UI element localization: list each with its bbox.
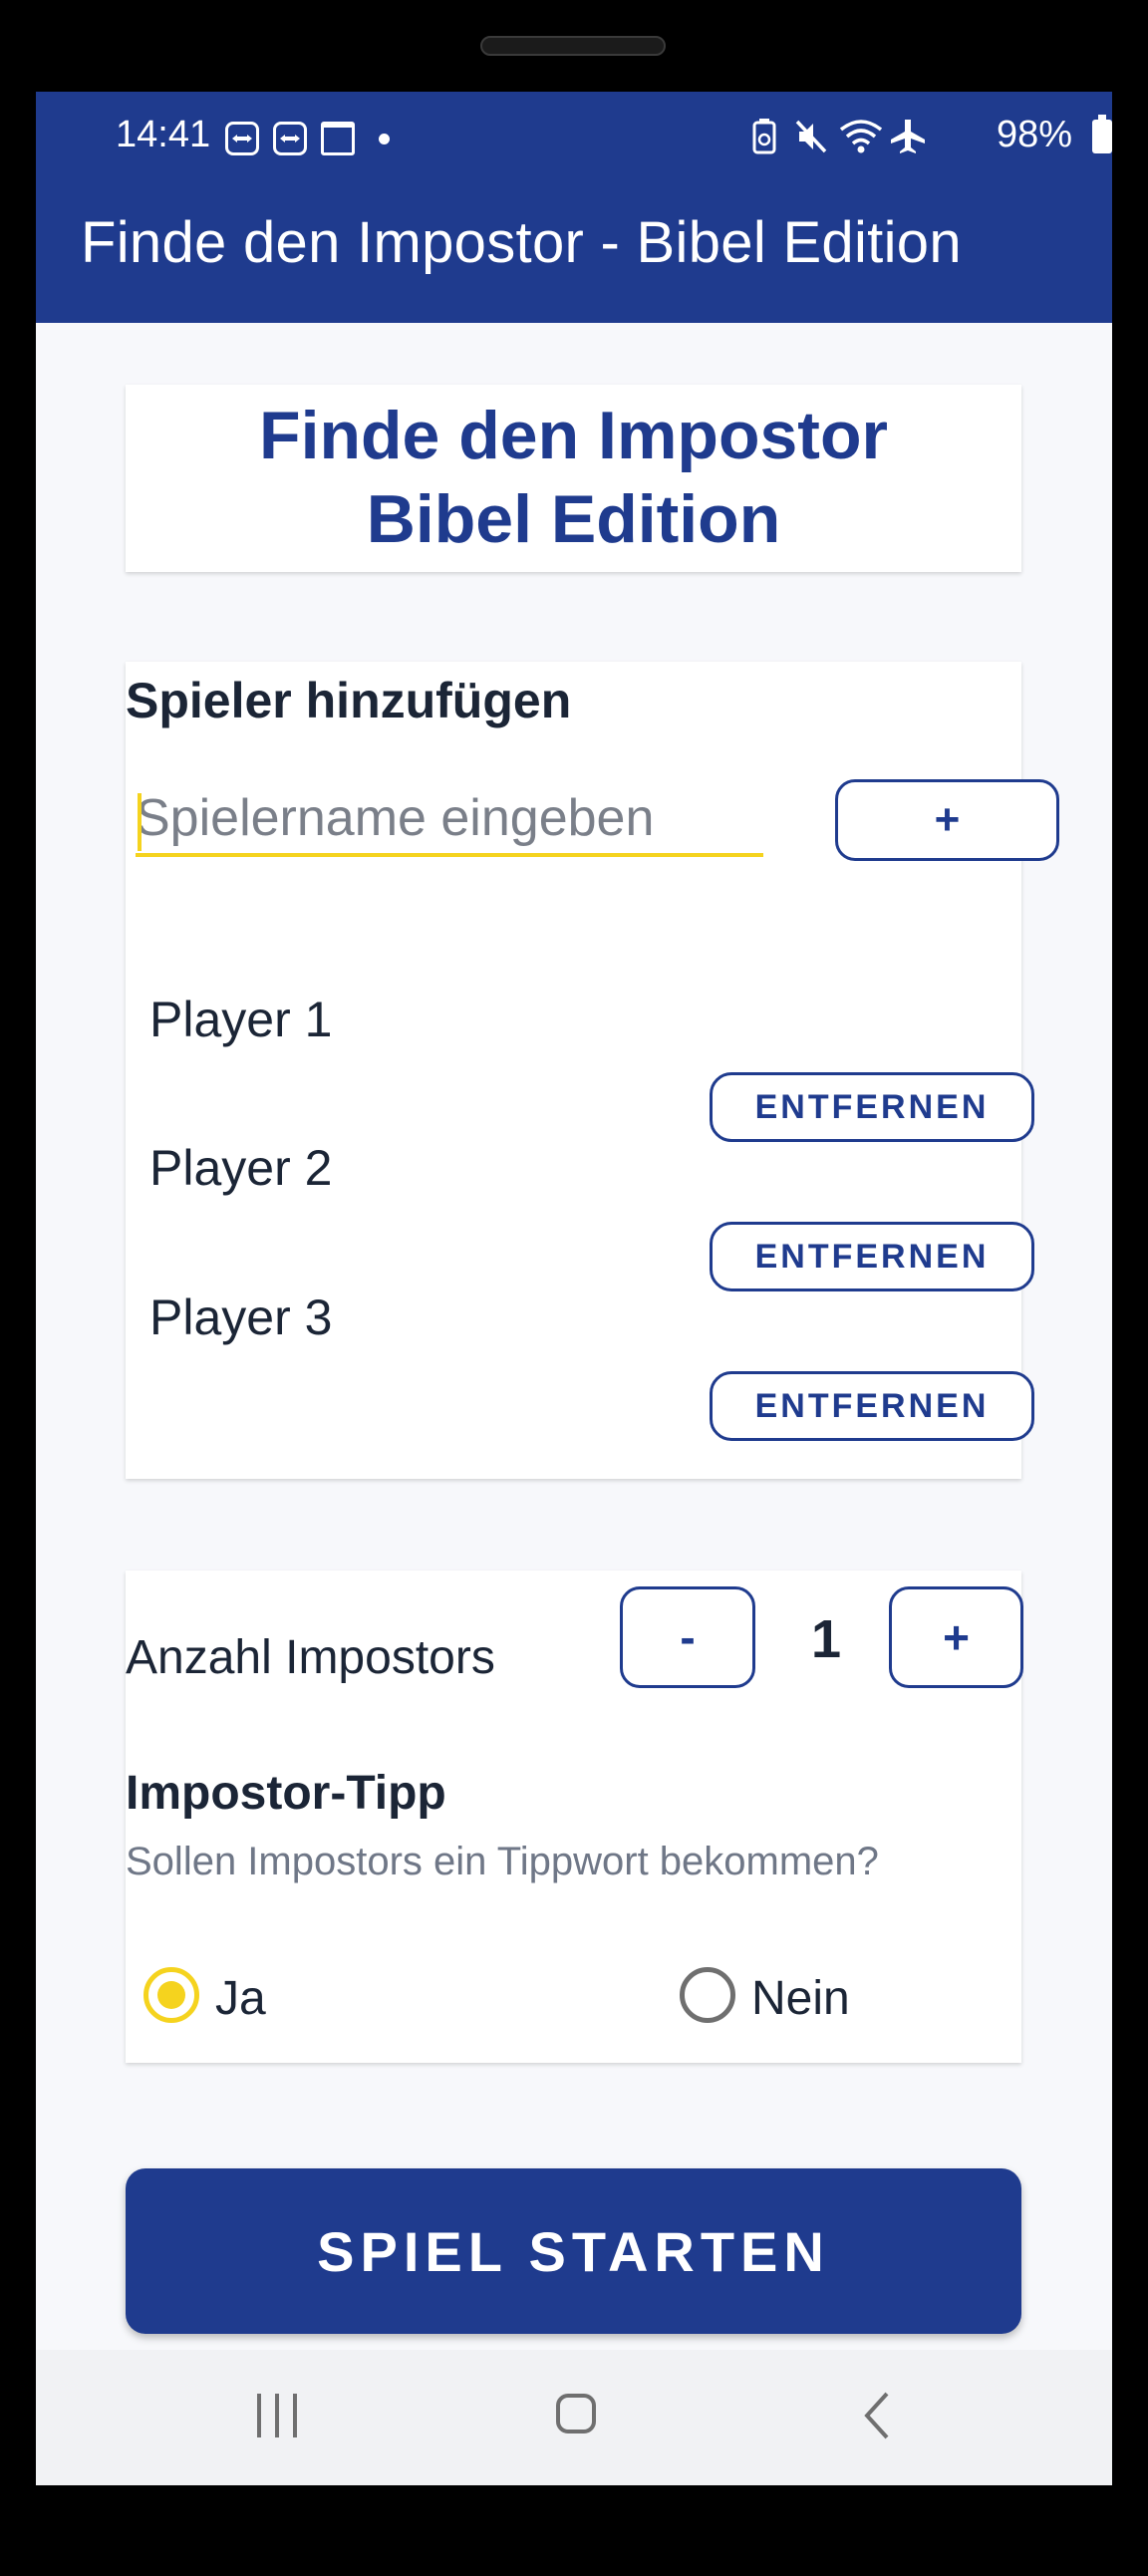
status-bar: 14:41 98% [36, 92, 1112, 181]
hero-title-line1: Finde den Impostor [259, 398, 888, 473]
battery-icon [1092, 120, 1112, 153]
radio-label: Nein [751, 1972, 850, 2025]
player-name: Player 3 [149, 1289, 333, 1345]
status-time: 14:41 [116, 114, 211, 155]
back-icon[interactable] [857, 2390, 897, 2441]
add-player-button[interactable]: + [835, 779, 1059, 861]
battery-saver-icon [752, 119, 776, 154]
remove-player-button[interactable]: ENTFERNEN [710, 1222, 1034, 1291]
notification-dot [379, 134, 390, 144]
text-cursor [138, 793, 142, 851]
remove-player-button[interactable]: ENTFERNEN [710, 1371, 1034, 1441]
phone-screen: 14:41 98% Finde den Impostor - Bibel Edi… [36, 92, 1112, 2485]
system-nav-bar [36, 2350, 1112, 2485]
calendar-icon [321, 122, 355, 155]
radio-unselected-icon[interactable] [680, 1967, 735, 2023]
remove-player-button[interactable]: ENTFERNEN [710, 1072, 1034, 1142]
app-bar-title: Finde den Impostor - Bibel Edition [81, 210, 962, 275]
recent-apps-icon[interactable] [255, 2394, 299, 2437]
decrease-impostors-button[interactable]: - [620, 1586, 755, 1688]
mute-icon [795, 120, 827, 153]
battery-percent: 98% [996, 114, 1072, 155]
impostor-tip-subtitle: Sollen Impostors ein Tippwort bekommen? [126, 1840, 879, 1883]
teamviewer-icon [273, 122, 307, 155]
teamviewer-icon [225, 122, 259, 155]
home-icon[interactable] [556, 2394, 596, 2433]
impostor-count-value: 1 [810, 1609, 842, 1669]
app-bar: 14:41 98% Finde den Impostor - Bibel Edi… [36, 92, 1112, 323]
players-heading: Spieler hinzufügen [126, 673, 572, 728]
increase-impostors-button[interactable]: + [889, 1586, 1023, 1688]
player-name: Player 1 [149, 992, 333, 1047]
start-game-button[interactable]: SPIEL STARTEN [126, 2168, 1021, 2334]
hero-card: Finde den Impostor Bibel Edition [126, 385, 1021, 572]
players-card: Spieler hinzufügen + Player 1 ENTFERNEN … [126, 662, 1059, 1479]
hero-title-line2: Bibel Edition [366, 481, 781, 557]
player-name: Player 2 [149, 1140, 333, 1196]
radio-selected-icon[interactable] [144, 1967, 199, 2023]
settings-card: Anzahl Impostors - 1 + Impostor-Tipp Sol… [126, 1571, 1023, 2063]
impostor-count-label: Anzahl Impostors [126, 1631, 495, 1684]
radio-label: Ja [215, 1972, 266, 2025]
wifi-icon [839, 120, 883, 153]
airplane-icon [891, 120, 925, 153]
earpiece-speaker [480, 36, 666, 56]
player-name-input[interactable] [136, 783, 763, 857]
impostor-tip-title: Impostor-Tipp [126, 1767, 446, 1820]
